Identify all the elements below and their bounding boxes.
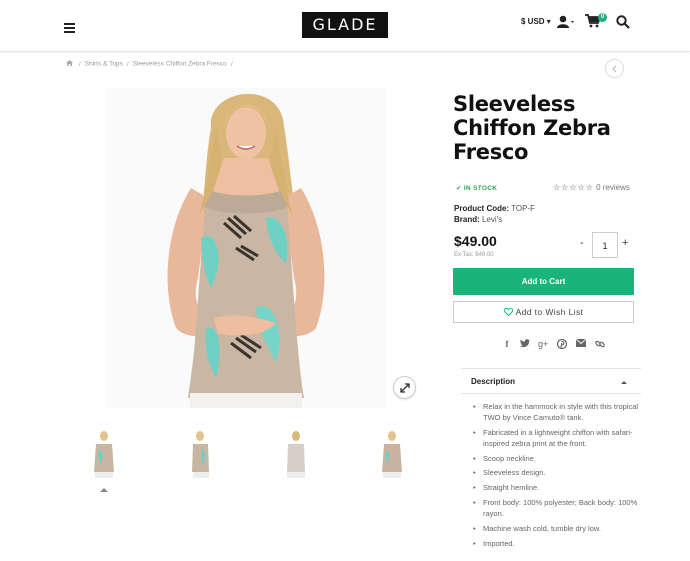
add-to-cart-button[interactable]: Add to Cart [453,268,634,295]
link-icon[interactable] [595,339,605,349]
site-logo[interactable]: GLADE [302,12,388,38]
stock-label: IN STOCK [463,185,498,192]
product-price: $49.00 [454,233,497,249]
thumbnail-1[interactable] [82,428,126,482]
breadcrumb-current-product[interactable]: Sleeveless Chiffon Zebra Fresco [133,61,227,68]
thumbnail-2[interactable] [178,428,222,482]
breadcrumb-shirts-tops[interactable]: Shirts & Tops [85,61,123,68]
user-icon[interactable] [557,15,575,29]
currency-label: $ USD [521,17,545,26]
product-code-label: Product Code: [454,204,510,213]
pinterest-icon[interactable] [556,338,568,350]
description-list: Relax in the hammock in style with this … [473,401,643,552]
thumbnail-strip [82,428,412,488]
email-icon[interactable] [575,338,587,349]
rating-stars-icon: ☆☆☆☆☆ [553,183,594,192]
description-item: Fabricated in a lightweight chiffon with… [473,427,643,449]
quantity-increase-button[interactable]: + [622,237,628,249]
breadcrumb: / Shirts & Tops / Sleeveless Chiffon Zebra … [66,60,237,68]
twitter-icon[interactable] [520,339,530,349]
product-main-image[interactable] [106,88,386,408]
brand-label: Brand: [454,215,480,224]
description-item: Front body: 100% polyester; Back body: 1… [473,497,643,519]
description-heading: Description [471,377,516,386]
site-header: GLADE $ USD ▾ 0 [0,0,690,52]
description-item: Machine wash cold, tumble dry low. [473,523,643,534]
brand-link[interactable]: Levi's [482,215,502,224]
menu-icon[interactable] [64,23,75,33]
currency-selector[interactable]: $ USD ▾ [521,17,551,26]
product-code: TOP-F [511,204,536,213]
cart-count-badge: 0 [598,13,607,22]
description-item: Straight hemline. [473,482,643,493]
product-title: Sleeveless Chiffon Zebra Fresco [453,92,611,164]
heart-icon [503,307,513,316]
quantity-decrease-button[interactable]: - [580,237,584,249]
chevron-left-icon [612,65,617,73]
facebook-icon[interactable]: f [502,339,512,349]
description-item: Sleeveless design. [473,467,643,478]
description-item: Relax in the hammock in style with this … [473,401,643,423]
reviews-link[interactable]: 0 reviews [596,183,630,192]
google-plus-icon[interactable]: g+ [538,339,548,349]
ex-tax-price: Ex Tax: $49.00 [454,252,494,258]
wishlist-label: Add to Wish List [515,307,584,317]
zoom-button[interactable] [393,376,416,399]
expand-icon [400,383,410,393]
thumbnail-3[interactable] [274,428,318,482]
search-icon[interactable] [616,15,630,29]
thumbnail-4[interactable] [370,428,414,482]
product-rating: ☆☆☆☆☆ 0 reviews [553,183,630,192]
description-item: Scoop neckline. [473,453,643,464]
back-button[interactable] [605,59,624,78]
description-item: Imported. [473,538,643,549]
caret-up-icon [621,381,627,384]
add-to-wishlist-button[interactable]: Add to Wish List [453,301,634,323]
quantity-input[interactable]: 1 [592,232,618,258]
home-icon[interactable] [66,60,75,68]
description-accordion-header[interactable]: Description [461,368,641,394]
thumbnail-active-indicator [100,488,108,492]
stock-status: ✔ IN STOCK [456,185,498,192]
product-meta: Product Code: TOP-F Brand: Levi's [454,203,535,225]
